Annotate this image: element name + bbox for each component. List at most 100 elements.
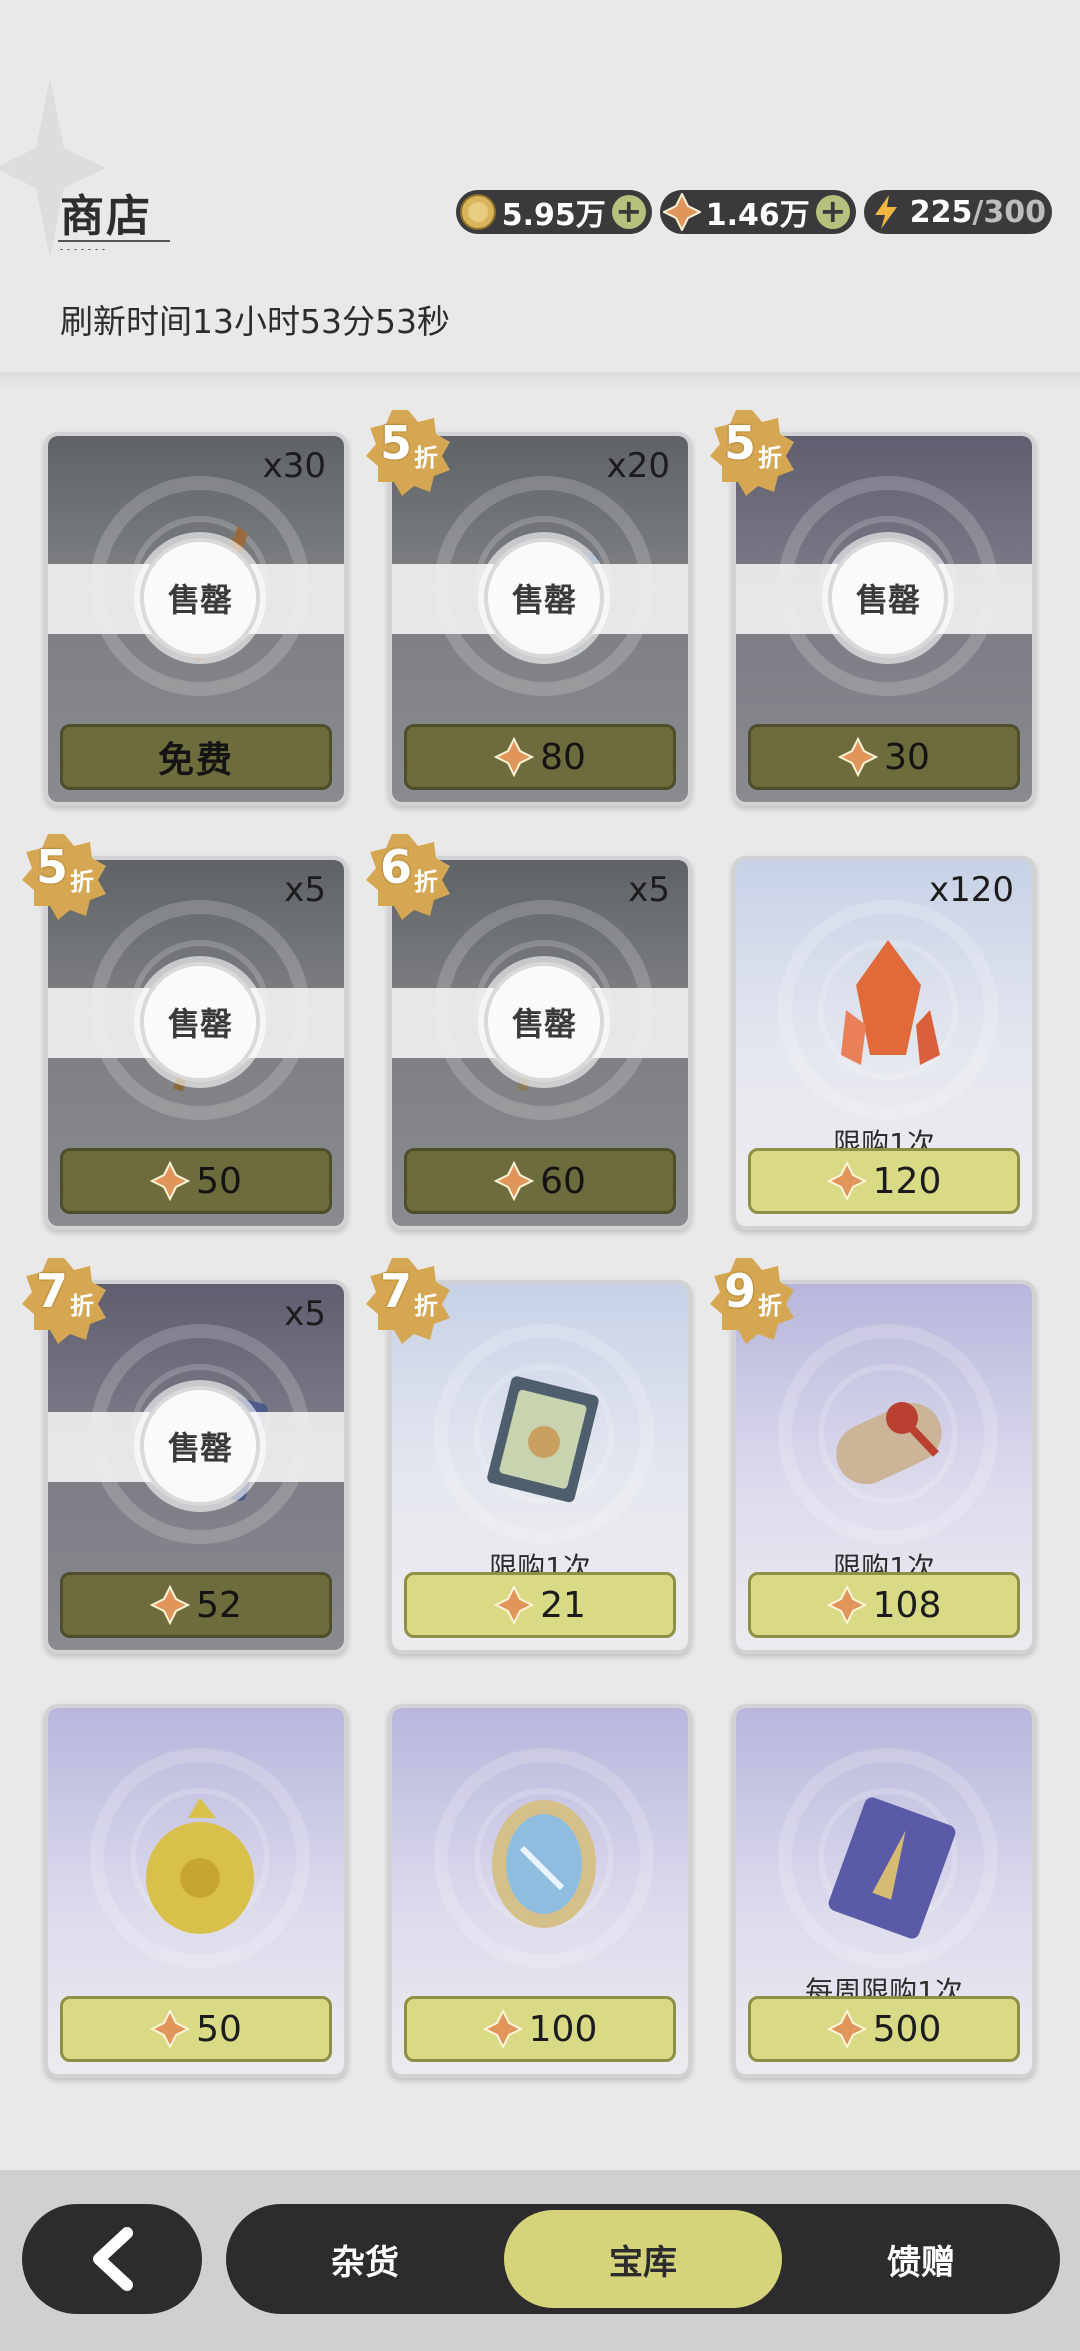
price-button[interactable]: 108 [748,1572,1020,1638]
item-quantity: x5 [284,1294,326,1334]
item-quantity: x30 [262,446,326,486]
currency-gold-value: 5.95万 [501,198,606,233]
crystal-icon [494,1161,535,1201]
shop-header: 商店 刷新时间13小时53分53秒 5.95万 + 1.46万 + 225 /3… [0,0,1080,375]
sold-out-label: 售罄 [828,538,948,658]
sold-out-label: 售罄 [484,962,604,1082]
item-quantity: x5 [284,870,326,910]
price-value: 60 [540,1160,586,1202]
crystal-icon [150,1161,191,1201]
price-button: 60 [404,1148,676,1214]
shop-item-card: 售罄 30 5 折 [710,410,1036,806]
shop-item-card: 售罄 x20 80 5 折 [366,410,692,806]
shop-item-card[interactable]: x120 限购1次 120 [732,856,1036,1230]
shop-item-card[interactable]: 50 [44,1704,348,2078]
price-value: 50 [196,2008,242,2050]
price-button[interactable]: 120 [748,1148,1020,1214]
price-button: 52 [60,1572,332,1638]
shop-item-card[interactable]: 限购1次 21 7 折 [366,1258,692,1654]
sold-out-label: 售罄 [140,538,260,658]
price-value: 80 [540,736,586,778]
discount-suffix: 折 [758,1292,782,1320]
discount-number: 7 [380,1264,413,1318]
add-crystal-button[interactable]: + [815,195,850,229]
page-title: 商店 [60,191,152,242]
shop-tabs: 杂货 宝库 馈赠 [226,2204,1060,2314]
shop-item-card: 售罄 x5 50 5 折 [22,834,348,1230]
shop-grid: 售罄 x30 免费 售罄 x20 80 5 折售罄 30 5 折售罄 x5 50 5 折售罄 x5 60 6 折 x1… [22,410,1038,2078]
price-free-label: 免费 [157,740,234,781]
crystal-icon [150,2009,191,2049]
discount-suffix: 折 [414,444,438,472]
back-button[interactable] [22,2204,202,2314]
discount-badge: 5折 [20,832,108,920]
item-quantity: x5 [628,870,670,910]
currency-bar: 5.95万 + 1.46万 + 225 /300 [455,190,1052,234]
shop-item-card: 售罄 x30 免费 [44,432,348,806]
discount-suffix: 折 [70,868,94,896]
chevron-left-icon [93,2227,133,2291]
shop-item-card[interactable]: 100 [388,1704,692,2078]
scroll-icon [836,1402,942,1485]
currency-gold[interactable]: 5.95万 + [455,190,652,234]
price-value: 500 [872,2008,942,2050]
discount-suffix: 折 [414,1292,438,1320]
currency-stamina[interactable]: 225 /300 [863,190,1052,234]
shop-item-card: 售罄 x5 52 7 折 [22,1258,348,1654]
crystal-icon [826,1585,867,1625]
discount-suffix: 折 [758,444,782,472]
item-quantity: x20 [606,446,670,486]
stamina-max: /300 [972,194,1046,230]
discount-number: 9 [724,1264,757,1318]
crystal-icon [826,2009,867,2049]
price-value: 120 [872,1160,942,1202]
shop-item-card[interactable]: 每周限购1次 500 [732,1704,1036,2078]
sold-out-label: 售罄 [140,962,260,1082]
price-value: 30 [884,736,930,778]
price-button: 50 [60,1148,332,1214]
crystal-icon [826,1161,867,1201]
price-value: 50 [196,1160,242,1202]
gold-coin-icon [458,192,498,232]
mirror-icon [492,1800,596,1928]
currency-crystal[interactable]: 1.46万 + [659,190,856,234]
recipe-book-icon [487,1376,599,1503]
price-button[interactable]: 21 [404,1572,676,1638]
tab-groceries[interactable]: 杂货 [226,2204,504,2314]
discount-number: 6 [380,840,413,894]
shop-item-card[interactable]: 限购1次 108 9 折 [710,1258,1036,1654]
discount-suffix: 折 [70,1292,94,1320]
discount-number: 5 [380,416,413,470]
discount-number: 5 [724,416,757,470]
discount-badge: 7折 [364,1256,452,1344]
lightning-icon [866,192,906,232]
crystal-icon [494,1585,535,1625]
price-value: 100 [528,2008,598,2050]
price-button: 免费 [60,724,332,790]
tab-gifts[interactable]: 馈赠 [782,2204,1060,2314]
discount-number: 5 [36,840,69,894]
price-button[interactable]: 100 [404,1996,676,2062]
purple-card-icon [828,1797,956,1939]
crystal-icon [662,192,702,232]
sold-out-label: 售罄 [140,1386,260,1506]
price-value: 108 [872,1584,942,1626]
price-button: 30 [748,724,1020,790]
crystal-icon [150,1585,191,1625]
discount-badge: 7折 [20,1256,108,1344]
discount-number: 7 [36,1264,69,1318]
sold-out-label: 售罄 [484,538,604,658]
refresh-timer: 刷新时间13小时53分53秒 [60,302,450,341]
shop-item-card: 售罄 x5 60 6 折 [366,834,692,1230]
discount-badge: 9折 [708,1256,796,1344]
discount-badge: 6折 [364,832,452,920]
add-gold-button[interactable]: + [611,195,646,229]
discount-badge: 5折 [708,408,796,496]
item-quantity: x120 [928,870,1014,910]
price-button[interactable]: 50 [60,1996,332,2062]
header-divider [0,372,1080,390]
price-button[interactable]: 500 [748,1996,1020,2062]
tab-treasury[interactable]: 宝库 [504,2210,782,2308]
crystal-icon [494,737,535,777]
crystal-icon [482,2009,523,2049]
